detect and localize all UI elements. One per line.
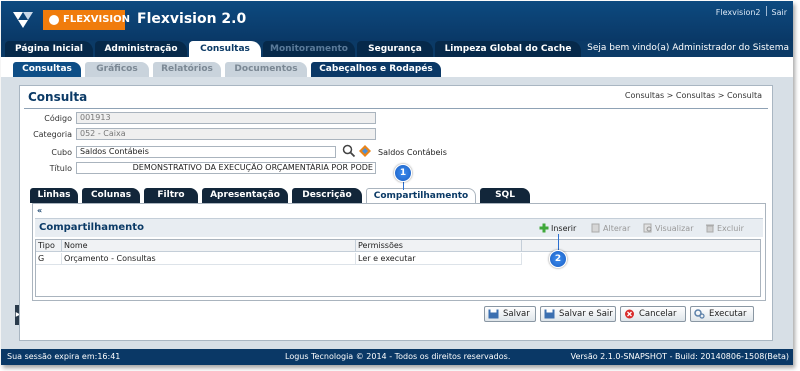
subtab-cabecalhos-rodapes[interactable]: Cabeçalhos e Rodapés — [311, 62, 441, 77]
user-link[interactable]: Flexvision2 — [716, 8, 761, 17]
subtab-graficos[interactable]: Gráficos — [85, 62, 149, 77]
user-links: Flexvision2 Sair — [716, 6, 787, 17]
app-header: FLEXVISION Flexvision 2.0 Flexvision2 Sai… — [1, 1, 793, 41]
titulo-field[interactable]: DEMONSTRATIVO DA EXECUÇÃO ORÇAMENTÁRIA P… — [76, 162, 376, 174]
tab-colunas[interactable]: Colunas — [82, 188, 140, 203]
app-footer: Sua sessão expira em:16:41 Logus Tecnolo… — [1, 349, 793, 365]
categoria-label: Categoria — [33, 130, 72, 139]
tab-pagina-inicial[interactable]: Página Inicial — [5, 41, 93, 57]
categoria-field: 052 - Caixa — [76, 128, 376, 140]
cancel-icon — [625, 309, 634, 319]
view-icon — [643, 223, 652, 233]
callout-1: 1 — [394, 164, 412, 182]
tab-administracao[interactable]: Administração — [95, 41, 187, 57]
cubo-caption: Saldos Contábeis — [378, 148, 447, 157]
subtab-consultas[interactable]: Consultas — [13, 62, 81, 77]
add-icon — [539, 223, 549, 233]
codigo-field: 001913 — [76, 112, 376, 124]
delete-button[interactable]: Excluir — [705, 223, 744, 233]
tab-consultas[interactable]: Consultas — [189, 41, 261, 57]
sharing-table: Tipo Nome Permissões G Orçamento - Consu… — [35, 239, 761, 297]
screenshot-frame: FLEXVISION Flexvision 2.0 Flexvision2 Sai… — [0, 0, 800, 371]
insert-button[interactable]: Inserir — [539, 223, 576, 233]
subtab-relatorios[interactable]: Relatórios — [153, 62, 221, 77]
tab-compartilhamento[interactable]: Compartilhamento — [366, 188, 476, 204]
link-divider — [765, 6, 767, 16]
titulo-label: Título — [49, 164, 72, 173]
compartilhamento-header: Compartilhamento Inserir Alterar Visuali… — [35, 218, 763, 237]
collapse-chevron-icon[interactable]: « — [37, 206, 47, 216]
edit-label: Alterar — [603, 224, 631, 233]
edit-icon — [591, 223, 600, 233]
logout-link[interactable]: Sair — [772, 8, 788, 17]
app-title: Flexvision 2.0 — [137, 11, 247, 27]
tab-sql[interactable]: SQL — [480, 188, 530, 203]
subtab-documentos[interactable]: Documentos — [225, 62, 307, 77]
callout-1-line — [403, 181, 404, 190]
tab-limpeza-cache[interactable]: Limpeza Global do Cache — [435, 41, 581, 57]
tab-seguranca[interactable]: Segurança — [357, 41, 433, 57]
tab-descricao[interactable]: Descrição — [292, 188, 362, 203]
gears-icon — [694, 309, 705, 319]
insert-label: Inserir — [551, 224, 577, 233]
execute-label: Executar — [709, 309, 747, 319]
sub-nav-bar: Consultas Gráficos Relatórios Documentos… — [1, 57, 793, 77]
cell-nome[interactable]: Orçamento - Consultas — [62, 253, 356, 265]
cancel-button[interactable]: Cancelar — [620, 306, 686, 322]
save-exit-label: Salvar e Sair — [559, 309, 613, 319]
copyright-text: Logus Tecnologia © 2014 - Todos os direi… — [285, 352, 511, 361]
edit-button[interactable]: Alterar — [591, 223, 630, 233]
compartilhamento-panel: « Compartilhamento Inserir Alterar Visua… — [32, 203, 766, 301]
cubo-field[interactable]: Saldos Contábeis — [76, 146, 336, 158]
save-exit-button[interactable]: Salvar e Sair — [540, 306, 616, 322]
cell-permissoes[interactable]: Ler e executar — [356, 253, 522, 265]
logo-mark-icon — [13, 12, 33, 28]
cell-tipo[interactable]: G — [36, 253, 62, 265]
view-button[interactable]: Visualizar — [643, 223, 694, 233]
brand-dot-icon — [49, 15, 59, 25]
app-window: FLEXVISION Flexvision 2.0 Flexvision2 Sai… — [1, 1, 793, 365]
trash-icon — [706, 224, 714, 233]
clear-eraser-icon[interactable] — [358, 144, 372, 158]
tab-linhas[interactable]: Linhas — [30, 188, 78, 203]
welcome-message: Seja bem vindo(a) Administrador do Siste… — [587, 43, 789, 53]
column-header-nome[interactable]: Nome — [62, 240, 356, 252]
view-label: Visualizar — [655, 224, 694, 233]
column-header-tipo[interactable]: Tipo — [36, 240, 62, 252]
compartilhamento-title: Compartilhamento — [39, 222, 144, 233]
tab-apresentacao[interactable]: Apresentação — [202, 188, 288, 203]
callout-2-line — [558, 234, 559, 250]
floppy-exit-icon — [544, 309, 555, 319]
brand-logo: FLEXVISION — [43, 10, 130, 30]
breadcrumb: Consultas > Consultas > Consulta — [624, 91, 762, 100]
version-text: Versão 2.1.0-SNAPSHOT - Build: 20140806-… — [570, 352, 789, 361]
page-title: Consulta — [28, 90, 88, 104]
cancel-label: Cancelar — [639, 309, 677, 319]
brand-name: FLEXVISION — [63, 14, 130, 25]
save-label: Salvar — [503, 309, 530, 319]
tab-filtro[interactable]: Filtro — [144, 188, 198, 203]
callout-2: 2 — [549, 250, 567, 268]
tab-monitoramento: Monitoramento — [263, 41, 355, 57]
delete-label: Excluir — [717, 224, 744, 233]
cubo-label: Cubo — [51, 148, 72, 157]
save-button[interactable]: Salvar — [484, 306, 536, 322]
consulta-panel: Consulta Consultas > Consultas > Consult… — [19, 85, 773, 341]
title-divider — [24, 108, 768, 109]
content-area: ▶ Consulta Consultas > Consultas > Consu… — [1, 77, 793, 349]
session-timer: Sua sessão expira em:16:41 — [7, 352, 121, 361]
codigo-label: Código — [44, 114, 72, 123]
search-icon[interactable] — [342, 144, 356, 158]
column-header-permissoes[interactable]: Permissões — [356, 240, 522, 252]
floppy-icon — [488, 309, 499, 319]
execute-button[interactable]: Executar — [690, 306, 754, 322]
